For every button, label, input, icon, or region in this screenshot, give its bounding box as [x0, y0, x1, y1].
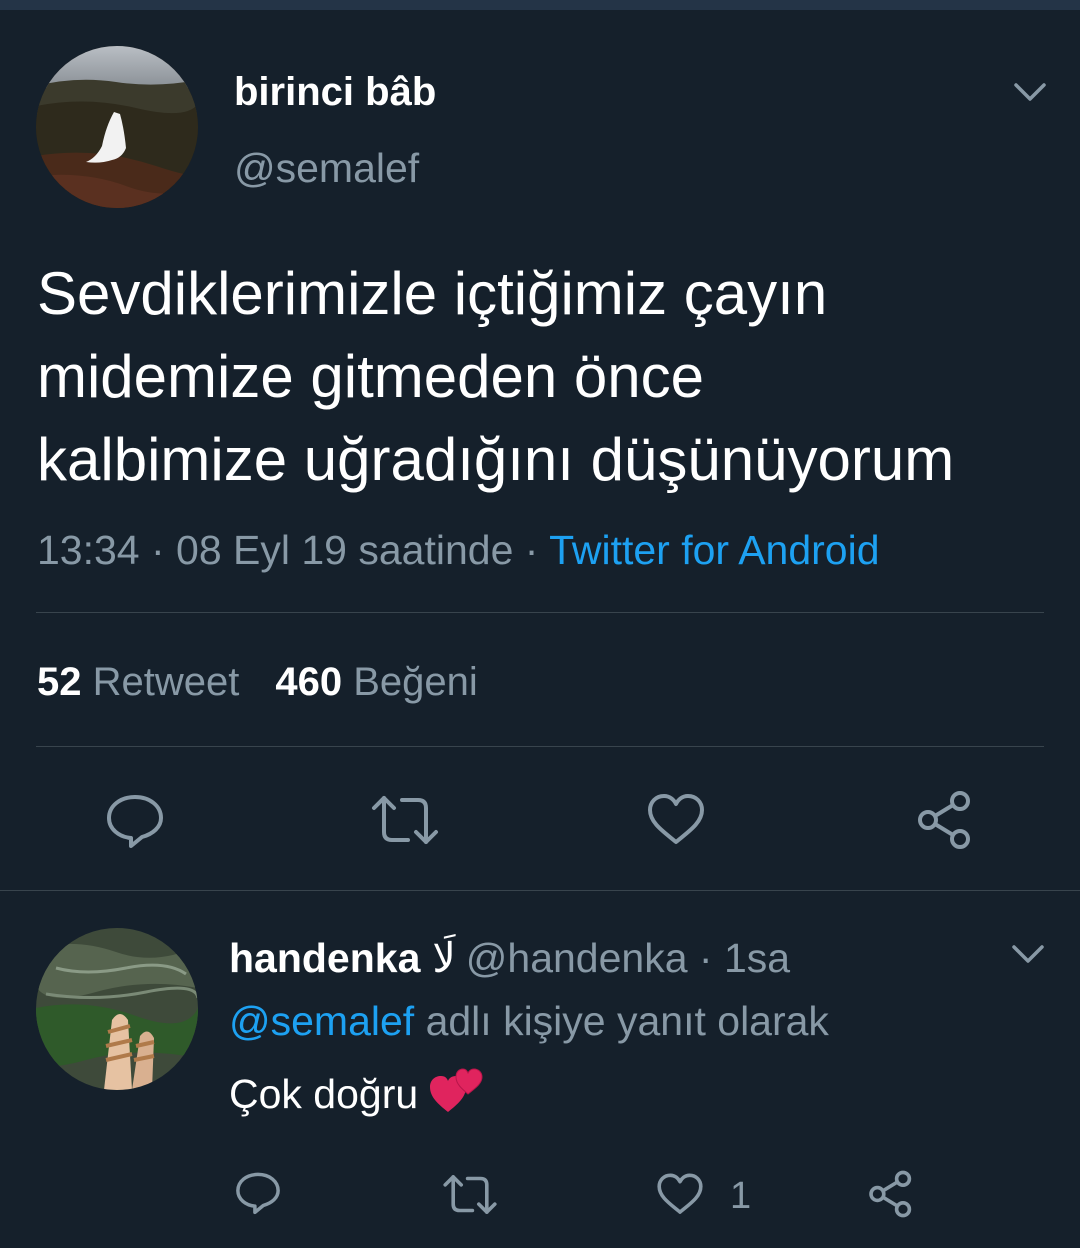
meta-separator: · — [513, 527, 550, 573]
reply-like-count: 1 — [730, 1175, 752, 1217]
two-hearts-emoji — [428, 1064, 484, 1128]
like-label: Beğeni — [353, 660, 478, 704]
reply-to-line: @semalef adlı kişiye yanıt olarak — [229, 995, 829, 1047]
reply-to-suffix: adlı kişiye yanıt olarak — [414, 998, 829, 1044]
reply-text: Çok doğru — [229, 1064, 484, 1128]
like-stat[interactable]: 460 Beğeni — [275, 660, 477, 704]
reply-name-symbol: لَا — [432, 935, 456, 981]
reply-author-avatar[interactable] — [36, 928, 198, 1090]
share-icon[interactable] — [914, 790, 976, 850]
author-name[interactable]: birinci bâb — [234, 68, 436, 116]
tweet-timestamp[interactable]: 13:34 · 08 Eyl 19 saatinde — [37, 527, 513, 573]
reply-icon[interactable] — [104, 792, 166, 850]
tweet-meta: 13:34 · 08 Eyl 19 saatinde · Twitter for… — [37, 524, 880, 576]
author-handle[interactable]: @semalef — [234, 142, 419, 194]
like-icon[interactable] — [646, 792, 706, 848]
retweet-icon[interactable] — [370, 792, 440, 848]
tweet-stats: 52 Retweet 460 Beğeni — [37, 656, 478, 708]
tweet-source[interactable]: Twitter for Android — [549, 527, 879, 573]
like-icon[interactable] — [656, 1172, 704, 1217]
reply-author-name[interactable]: handenka — [229, 935, 420, 981]
reply-icon[interactable] — [234, 1170, 282, 1216]
reply-to-mention[interactable]: @semalef — [229, 998, 414, 1044]
author-avatar[interactable] — [36, 46, 198, 208]
reply-header: handenka لَا @handenka · 1sa — [229, 932, 790, 984]
reply-author-handle[interactable]: @handenka · 1sa — [466, 935, 790, 981]
chevron-down-icon[interactable] — [1010, 78, 1050, 108]
retweet-stat[interactable]: 52 Retweet — [37, 660, 239, 704]
retweet-label: Retweet — [92, 660, 240, 704]
share-icon[interactable] — [866, 1170, 916, 1218]
divider — [0, 890, 1080, 891]
divider — [36, 746, 1044, 747]
chevron-down-icon[interactable] — [1008, 940, 1048, 970]
retweet-count: 52 — [37, 660, 82, 704]
retweet-icon[interactable] — [442, 1172, 498, 1217]
reply-text-content: Çok doğru — [229, 1071, 419, 1117]
top-bar — [0, 0, 1080, 10]
tweet-text: Sevdiklerimizle içtiğimiz çayın midemize… — [37, 260, 955, 493]
like-count: 460 — [275, 660, 343, 704]
divider — [36, 612, 1044, 613]
